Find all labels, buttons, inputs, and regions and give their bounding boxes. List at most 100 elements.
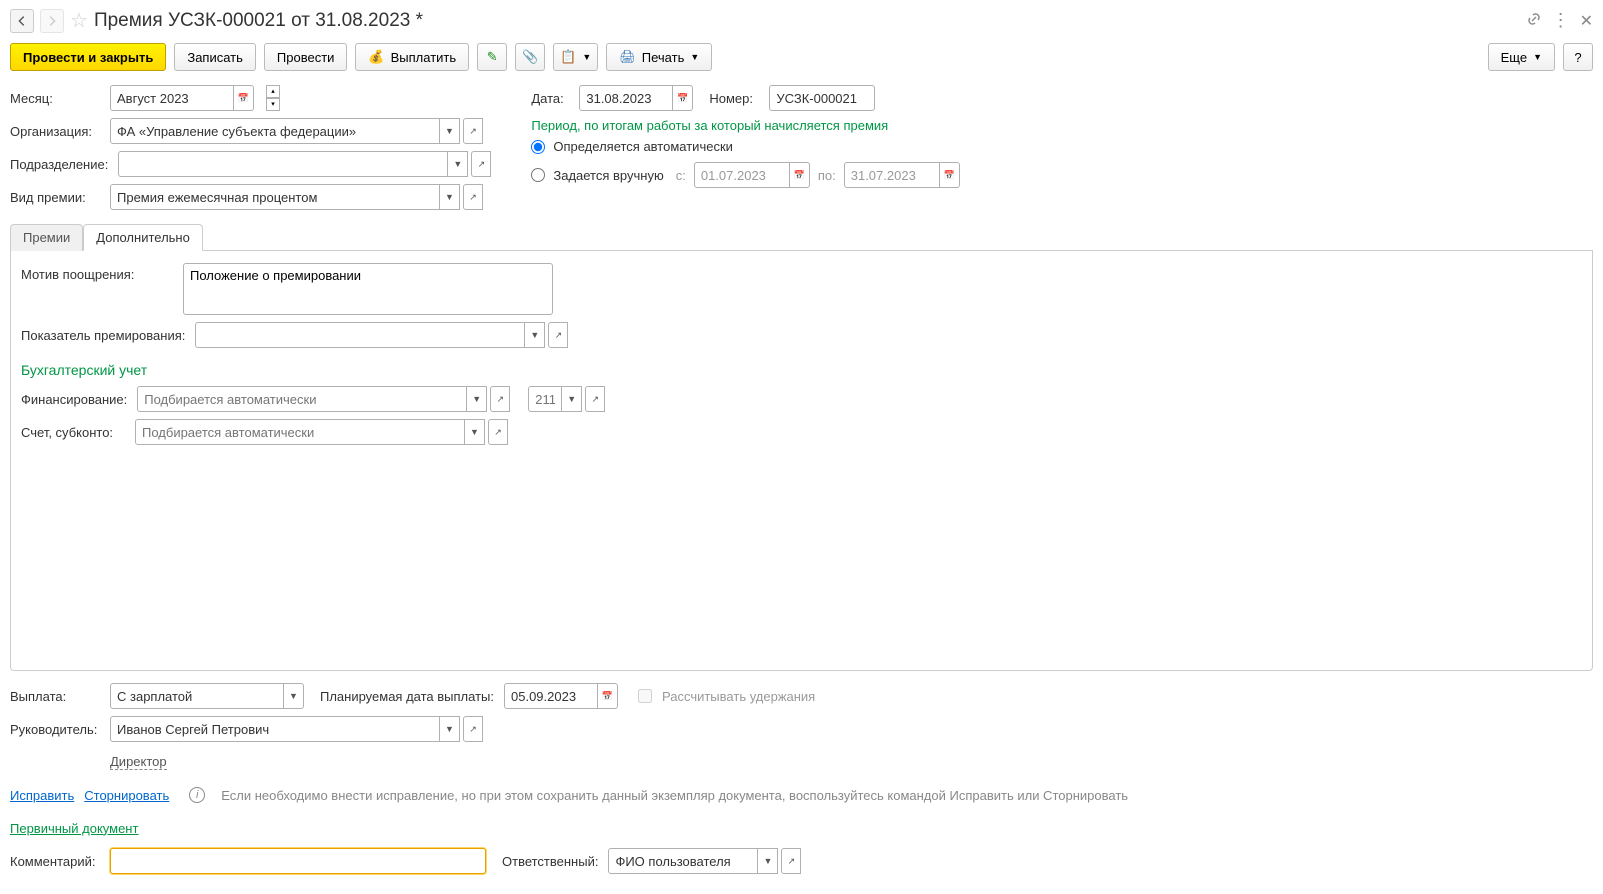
period-manual-radio[interactable]	[531, 168, 545, 182]
dept-label: Подразделение:	[10, 157, 108, 172]
planned-date-input[interactable]	[504, 683, 598, 709]
period-from-label: с:	[676, 168, 686, 183]
head-label: Руководитель:	[10, 722, 100, 737]
period-auto-label: Определяется автоматически	[553, 139, 733, 154]
planned-date-label: Планируемая дата выплаты:	[320, 689, 494, 704]
fix-link[interactable]: Исправить	[10, 788, 74, 803]
calendar-icon: 📅	[677, 93, 688, 104]
financing-input[interactable]	[137, 386, 467, 412]
calendar-icon: 📅	[944, 170, 955, 181]
indicator-label: Показатель премирования:	[21, 328, 185, 343]
payment-input[interactable]	[110, 683, 284, 709]
post-and-close-button[interactable]: Провести и закрыть	[10, 43, 166, 71]
kebab-menu-icon[interactable]: ⋮	[1552, 10, 1570, 31]
tab-bonuses[interactable]: Премии	[10, 224, 83, 251]
bonus-type-dropdown-button[interactable]: ▼	[440, 184, 460, 210]
financing-label: Финансирование:	[21, 392, 127, 407]
primary-doc-link[interactable]: Первичный документ	[10, 821, 138, 836]
account-open-button[interactable]: ↗	[488, 419, 508, 445]
org-dropdown-button[interactable]: ▼	[440, 118, 460, 144]
calendar-icon: 📅	[602, 691, 613, 702]
head-input[interactable]	[110, 716, 440, 742]
date-input[interactable]	[579, 85, 673, 111]
head-position-link[interactable]: Директор	[110, 754, 167, 770]
responsible-input[interactable]	[608, 848, 758, 874]
comment-input[interactable]	[110, 848, 486, 874]
number-input[interactable]	[769, 85, 875, 111]
org-input[interactable]	[110, 118, 440, 144]
attach-button[interactable]: 📎	[515, 43, 545, 71]
bonus-type-label: Вид премии:	[10, 190, 100, 205]
arrow-right-icon	[45, 14, 59, 28]
tab-panel-additional: Мотив поощрения: Показатель премирования…	[10, 251, 1593, 671]
account-dropdown-button[interactable]: ▼	[465, 419, 485, 445]
calc-deductions-label: Рассчитывать удержания	[662, 689, 815, 704]
post-button[interactable]: Провести	[264, 43, 348, 71]
org-label: Организация:	[10, 124, 100, 139]
clipboard-dropdown-button[interactable]: 📋 ▼	[553, 43, 598, 71]
head-dropdown-button[interactable]: ▼	[440, 716, 460, 742]
tab-bar: Премии Дополнительно	[10, 223, 1593, 251]
kosgu-input[interactable]	[528, 386, 562, 412]
indicator-open-button[interactable]: ↗	[548, 322, 568, 348]
print-button[interactable]: 🖨 Печать ▼	[606, 43, 712, 71]
favorite-star-icon[interactable]: ☆	[70, 8, 88, 33]
close-icon[interactable]: ✕	[1580, 11, 1593, 31]
month-label: Месяц:	[10, 91, 100, 106]
highlight-button[interactable]: ✎	[477, 43, 507, 71]
indicator-input[interactable]	[195, 322, 525, 348]
bonus-type-open-button[interactable]: ↗	[463, 184, 483, 210]
clipboard-icon: 📋	[560, 49, 576, 65]
help-button[interactable]: ?	[1563, 43, 1593, 71]
more-label: Еще	[1501, 50, 1527, 65]
payout-icon: 💰	[368, 49, 384, 65]
head-open-button[interactable]: ↗	[463, 716, 483, 742]
month-down-button[interactable]: ▾	[266, 98, 280, 111]
storno-link[interactable]: Сторнировать	[84, 788, 169, 803]
planned-date-calendar-button[interactable]: 📅	[598, 683, 618, 709]
month-up-button[interactable]: ▴	[266, 85, 280, 98]
tab-additional[interactable]: Дополнительно	[83, 224, 203, 251]
nav-back-button[interactable]	[10, 9, 34, 33]
save-button[interactable]: Записать	[174, 43, 256, 71]
financing-dropdown-button[interactable]: ▼	[467, 386, 487, 412]
account-label: Счет, субконто:	[21, 425, 125, 440]
indicator-dropdown-button[interactable]: ▼	[525, 322, 545, 348]
date-calendar-button[interactable]: 📅	[673, 85, 693, 111]
arrow-left-icon	[15, 14, 29, 28]
payment-dropdown-button[interactable]: ▼	[284, 683, 304, 709]
link-icon[interactable]	[1526, 11, 1542, 30]
account-input[interactable]	[135, 419, 465, 445]
calc-deductions-checkbox	[638, 689, 652, 703]
dept-dropdown-button[interactable]: ▼	[448, 151, 468, 177]
month-input[interactable]	[110, 85, 234, 111]
page-title: Премия УСЗК-000021 от 31.08.2023 *	[94, 10, 1520, 32]
calendar-icon: 📅	[794, 170, 805, 181]
org-open-button[interactable]: ↗	[463, 118, 483, 144]
dept-open-button[interactable]: ↗	[471, 151, 491, 177]
dept-input[interactable]	[118, 151, 448, 177]
financing-open-button[interactable]: ↗	[490, 386, 510, 412]
motive-textarea[interactable]	[183, 263, 553, 315]
responsible-dropdown-button[interactable]: ▼	[758, 848, 778, 874]
kosgu-open-button[interactable]: ↗	[585, 386, 605, 412]
calendar-icon: 📅	[238, 93, 249, 104]
payout-button[interactable]: 💰 Выплатить	[355, 43, 469, 71]
responsible-open-button[interactable]: ↗	[781, 848, 801, 874]
period-from-calendar-button: 📅	[790, 162, 810, 188]
period-to-calendar-button: 📅	[940, 162, 960, 188]
paperclip-icon: 📎	[522, 49, 538, 65]
bonus-type-input[interactable]	[110, 184, 440, 210]
nav-forward-button[interactable]	[40, 9, 64, 33]
fix-hint: Если необходимо внести исправление, но п…	[221, 788, 1128, 803]
more-button[interactable]: Еще ▼	[1488, 43, 1555, 71]
kosgu-dropdown-button[interactable]: ▼	[562, 386, 582, 412]
date-label: Дата:	[531, 91, 569, 106]
info-icon: i	[189, 787, 205, 803]
period-auto-radio[interactable]	[531, 140, 545, 154]
responsible-label: Ответственный:	[502, 854, 598, 869]
chevron-down-icon: ▼	[582, 52, 591, 62]
number-label: Номер:	[709, 91, 759, 106]
month-calendar-button[interactable]: 📅	[234, 85, 254, 111]
period-from-input	[694, 162, 790, 188]
